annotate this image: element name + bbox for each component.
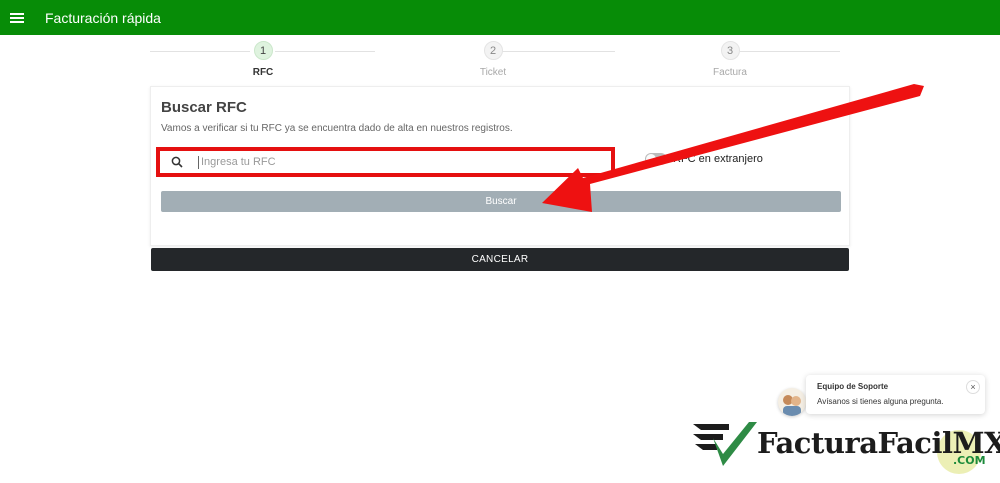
foreign-rfc-toggle-row[interactable]: RFC en extranjero <box>645 153 763 165</box>
step-label: Ticket <box>479 67 507 78</box>
foreign-rfc-toggle[interactable] <box>645 153 667 165</box>
app-header: Facturación rápida <box>0 0 1000 35</box>
support-chat-bubble[interactable]: Equipo de Soporte Avísanos si tienes alg… <box>806 375 985 414</box>
rfc-input[interactable] <box>198 155 578 169</box>
step-label: RFC <box>252 67 274 78</box>
step-number: 2 <box>483 41 503 60</box>
step-number: 3 <box>720 41 740 60</box>
step-label: Factura <box>713 67 747 78</box>
stepper: 1 RFC 2 Ticket 3 Factura <box>150 41 850 81</box>
support-avatar[interactable] <box>778 388 806 416</box>
facturafacilmx-logo: FacturaFacilMX .COM <box>693 418 1000 478</box>
step-factura: 3 Factura <box>690 41 770 78</box>
search-icon <box>171 156 183 168</box>
card-title: Buscar RFC <box>161 99 247 116</box>
support-message: Avísanos si tienes alguna pregunta. <box>817 397 944 406</box>
app-title: Facturación rápida <box>45 9 161 26</box>
logo-domain: .COM <box>953 454 986 467</box>
step-number: 1 <box>253 41 273 60</box>
cancel-button[interactable]: CANCELAR <box>151 248 849 271</box>
close-icon[interactable]: × <box>966 380 980 394</box>
hamburger-menu-icon[interactable] <box>0 0 34 35</box>
support-name: Equipo de Soporte <box>817 382 889 391</box>
search-button[interactable]: Buscar <box>161 191 841 212</box>
card-subtitle: Vamos a verificar si tu RFC ya se encuen… <box>161 123 513 134</box>
foreign-rfc-label: RFC en extranjero <box>673 153 763 165</box>
step-rfc: 1 RFC <box>223 41 303 78</box>
step-ticket: 2 Ticket <box>453 41 533 78</box>
rfc-search-field[interactable] <box>156 147 615 177</box>
logo-check-icon <box>693 422 757 466</box>
search-rfc-card: Buscar RFC Vamos a verificar si tu RFC y… <box>150 86 850 246</box>
